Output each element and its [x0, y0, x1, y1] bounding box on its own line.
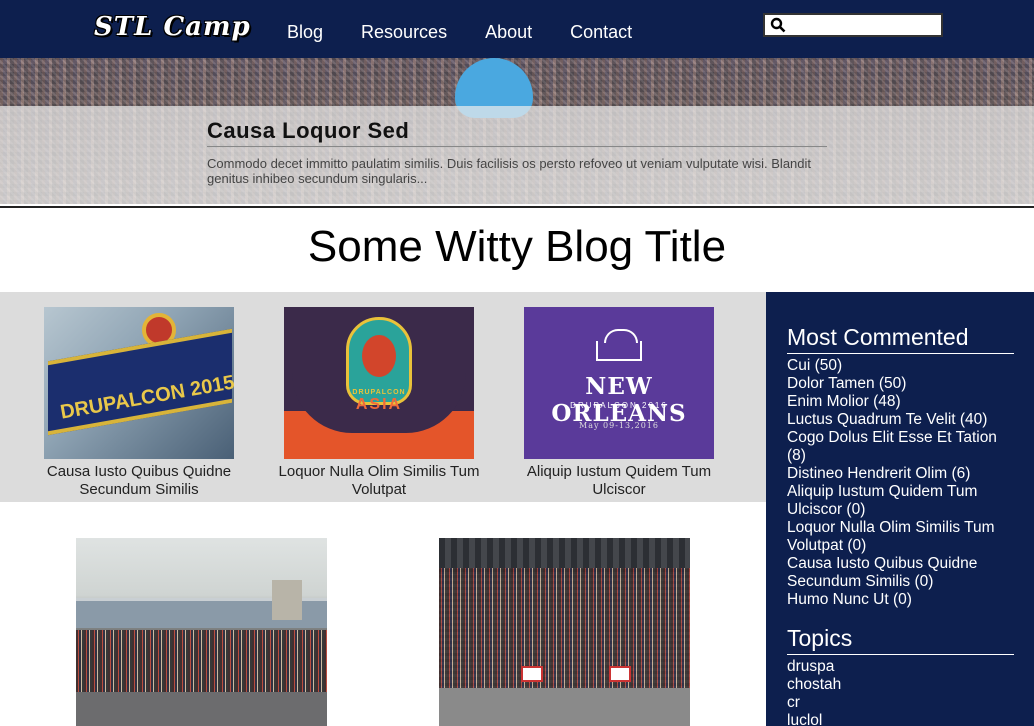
hero-overlay: [0, 106, 1034, 204]
list-item[interactable]: Loquor Nulla Olim Similis Tum Volutpat (…: [787, 519, 1012, 555]
topics-list: druspa chostah cr luclol: [787, 658, 1012, 726]
most-commented-heading: Most Commented: [787, 324, 1014, 354]
top-navbar: STL Camp Blog Resources About Contact: [0, 0, 1034, 58]
nav-resources[interactable]: Resources: [361, 22, 447, 43]
featured-caption[interactable]: Loquor Nulla Olim Similis Tum Volutpat: [259, 463, 499, 499]
featured-image[interactable]: DRUPALCON ASIA: [284, 307, 474, 459]
crowd-graphic: [439, 568, 690, 698]
most-commented-link[interactable]: Dolor Tamen (50): [787, 375, 906, 392]
most-commented-link[interactable]: Cui (50): [787, 357, 842, 374]
topics-heading: Topics: [787, 625, 1014, 655]
most-commented-list: Cui (50) Dolor Tamen (50) Enim Molior (4…: [787, 357, 1012, 609]
hero-divider: [207, 146, 827, 147]
featured-caption[interactable]: Aliquip Iustum Quidem Tum Ulciscor: [499, 463, 739, 499]
list-item[interactable]: Humo Nunc Ut (0): [787, 591, 1012, 609]
image-date: May 09-13,2016: [579, 421, 659, 430]
search-input[interactable]: [763, 13, 943, 37]
list-item[interactable]: Enim Molior (48): [787, 393, 1012, 411]
list-item[interactable]: Distineo Hendrerit Olim (6): [787, 465, 1012, 483]
nav-blog[interactable]: Blog: [287, 22, 323, 43]
most-commented-link[interactable]: Humo Nunc Ut (0): [787, 591, 912, 608]
site-logo[interactable]: STL Camp: [94, 12, 251, 42]
list-item[interactable]: Cui (50): [787, 357, 1012, 375]
list-item[interactable]: luclol: [787, 712, 1012, 726]
post-photo[interactable]: [439, 538, 690, 726]
hero-title[interactable]: Causa Loquor Sed: [207, 118, 409, 144]
most-commented-link[interactable]: Distineo Hendrerit Olim (6): [787, 465, 970, 482]
list-item[interactable]: Aliquip Iustum Quidem Tum Ulciscor (0): [787, 483, 1012, 519]
tower-graphic: [272, 580, 302, 620]
sidebar: Most Commented Cui (50) Dolor Tamen (50)…: [766, 292, 1034, 726]
most-commented-link[interactable]: Luctus Quadrum Te Velit (40): [787, 411, 987, 428]
most-commented-link[interactable]: Aliquip Iustum Quidem Tum Ulciscor (0): [787, 483, 977, 518]
list-item[interactable]: Cogo Dolus Elit Esse Et Tation (8): [787, 429, 1012, 465]
image-subtext: DRUPALCON: [352, 389, 406, 396]
list-item[interactable]: chostah: [787, 676, 1012, 694]
hero-banner[interactable]: Causa Loquor Sed Commodo decet immitto p…: [0, 58, 1034, 204]
nav-contact[interactable]: Contact: [570, 22, 632, 43]
nav-about[interactable]: About: [485, 22, 532, 43]
topic-link[interactable]: chostah: [787, 676, 841, 693]
search-icon[interactable]: [770, 17, 786, 33]
image-text: NEW ORLEANS: [551, 373, 687, 427]
topic-link[interactable]: cr: [787, 694, 800, 711]
featured-image[interactable]: DRUPALCON 2015 • MAY 11 – MAY 15: [44, 307, 234, 459]
list-item[interactable]: Dolor Tamen (50): [787, 375, 1012, 393]
sign-graphic: [609, 666, 631, 682]
most-commented-link[interactable]: Cogo Dolus Elit Esse Et Tation (8): [787, 429, 997, 464]
image-subtext: DRUPALCON 2016: [570, 401, 668, 410]
post-photo[interactable]: [76, 538, 327, 726]
topic-link[interactable]: luclol: [787, 712, 822, 726]
list-item[interactable]: cr: [787, 694, 1012, 712]
most-commented-link[interactable]: Loquor Nulla Olim Similis Tum Volutpat (…: [787, 519, 995, 554]
image-text: DRUPALCON ASIA: [284, 389, 474, 414]
list-item[interactable]: druspa: [787, 658, 1012, 676]
hero-excerpt: Commodo decet immitto paulatim similis. …: [207, 156, 812, 186]
ground-graphic: [76, 692, 327, 726]
topic-link[interactable]: druspa: [787, 658, 834, 675]
featured-image[interactable]: NEW ORLEANS DRUPALCON 2016 May 09-13,201…: [524, 307, 714, 459]
featured-card[interactable]: NEW ORLEANS DRUPALCON 2016 May 09-13,201…: [499, 307, 739, 499]
most-commented-link[interactable]: Causa Iusto Quibus Quidne Secundum Simil…: [787, 555, 977, 590]
featured-posts: DRUPALCON 2015 • MAY 11 – MAY 15 Causa I…: [0, 292, 766, 502]
peacock-center: [362, 335, 396, 377]
sign-graphic: [521, 666, 543, 682]
crowd-graphic: [76, 630, 327, 692]
floor-graphic: [439, 688, 690, 726]
featured-card[interactable]: DRUPALCON ASIA Loquor Nulla Olim Similis …: [259, 307, 499, 499]
most-commented-link[interactable]: Enim Molior (48): [787, 393, 901, 410]
featured-caption[interactable]: Causa Iusto Quibus Quidne Secundum Simil…: [19, 463, 259, 499]
page-title: Some Witty Blog Title: [307, 222, 727, 271]
image-text-main: ASIA: [355, 396, 403, 413]
crown-icon: [596, 329, 642, 361]
list-item[interactable]: Luctus Quadrum Te Velit (40): [787, 411, 1012, 429]
hero-border: [0, 204, 1034, 208]
featured-card[interactable]: DRUPALCON 2015 • MAY 11 – MAY 15 Causa I…: [19, 307, 259, 499]
main-nav: Blog Resources About Contact: [287, 22, 670, 43]
list-item[interactable]: Causa Iusto Quibus Quidne Secundum Simil…: [787, 555, 1012, 591]
